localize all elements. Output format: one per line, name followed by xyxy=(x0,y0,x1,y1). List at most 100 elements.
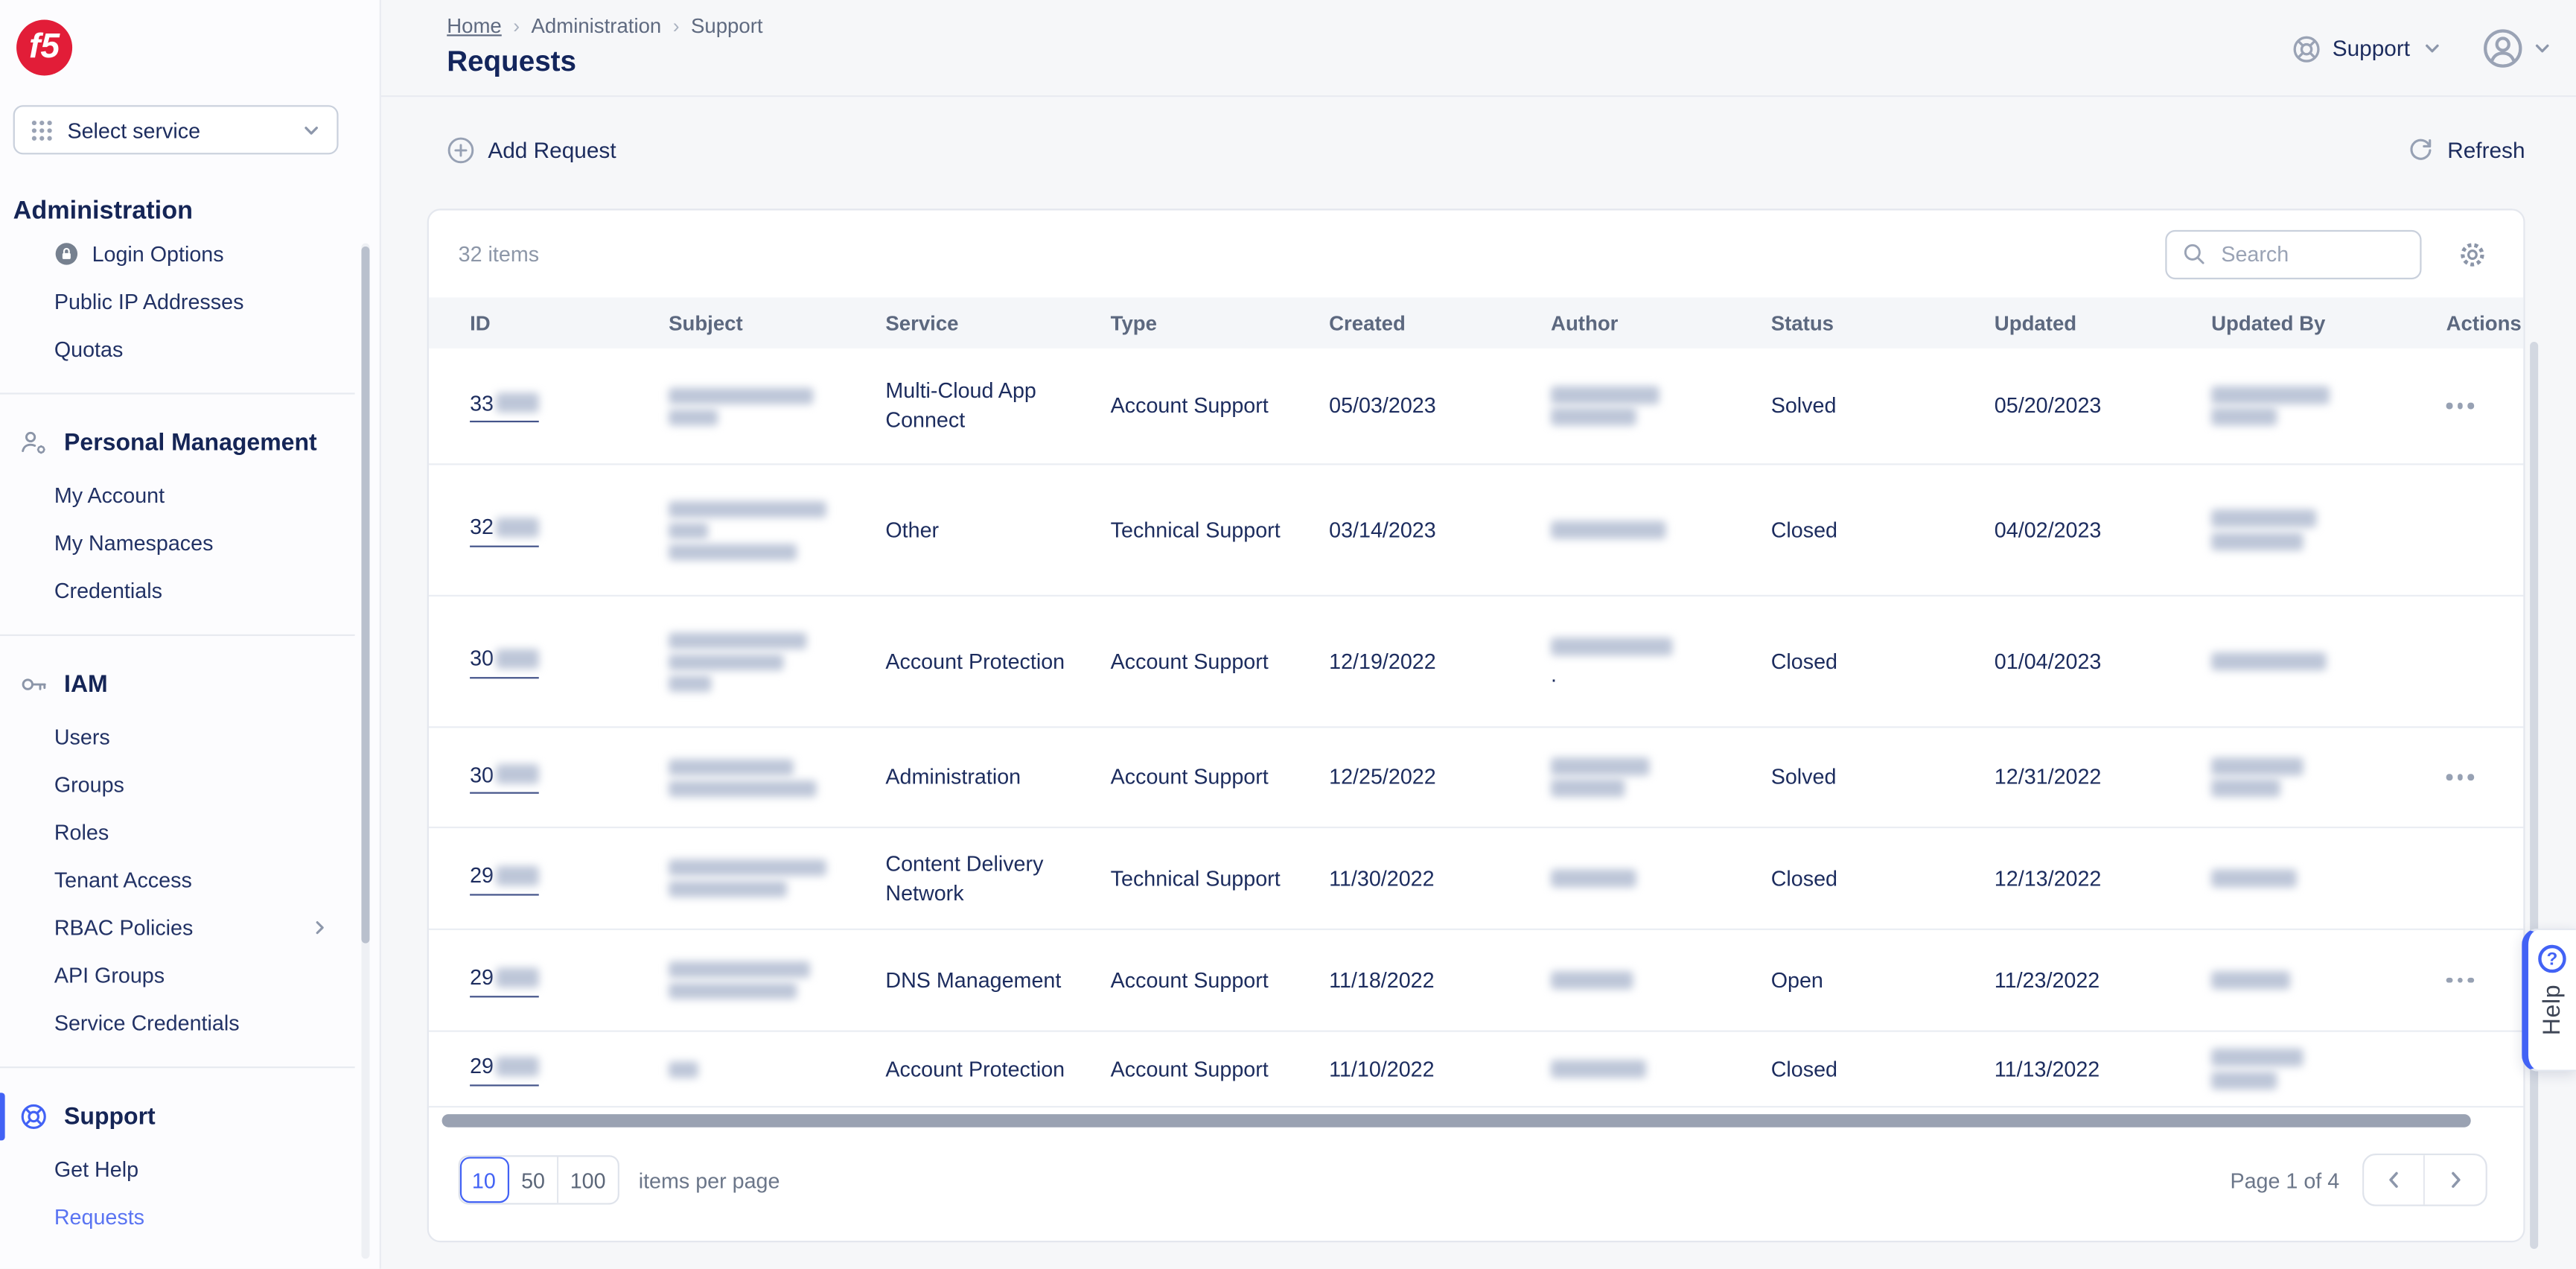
service-selector[interactable]: Select service xyxy=(13,105,339,155)
cell-type: Account Support xyxy=(1110,967,1269,993)
cell-author: . xyxy=(1551,634,1771,689)
sidebar-item-public-ip-addresses[interactable]: Public IP Addresses xyxy=(0,278,355,325)
table-toolbar: 32 items xyxy=(429,210,2523,297)
breadcrumb-separator: › xyxy=(513,14,520,38)
page-info: Page 1 of 4 xyxy=(2230,1167,2340,1192)
cell-service: Account Protection xyxy=(885,1056,1065,1081)
sidebar-item-tenant-access[interactable]: Tenant Access xyxy=(0,856,355,904)
page-scrollbar-thumb[interactable] xyxy=(2530,341,2539,1250)
cell-author xyxy=(1551,1056,1771,1082)
cell-id: 29 xyxy=(470,964,669,997)
cell-status: Closed xyxy=(1770,1056,1838,1081)
refresh-button[interactable]: Refresh xyxy=(2406,136,2525,165)
page-size-10[interactable]: 10 xyxy=(459,1157,510,1203)
request-id-link[interactable]: 30 xyxy=(470,760,540,795)
page-size-100[interactable]: 100 xyxy=(558,1157,618,1203)
cell-id: 29 xyxy=(470,1052,669,1087)
chevron-down-icon xyxy=(2422,38,2443,60)
sidebar-item-requests[interactable]: Requests xyxy=(0,1193,355,1241)
account-menu[interactable] xyxy=(2482,28,2553,69)
sidebar-divider xyxy=(0,634,355,636)
breadcrumb-separator: › xyxy=(672,14,680,38)
cell-subject xyxy=(669,495,885,564)
table-row: 30 Account Protection Account Support 12/1… xyxy=(428,597,2524,728)
request-id-prefix: 33 xyxy=(470,390,494,416)
prev-page-button[interactable] xyxy=(2364,1155,2425,1205)
author-suffix: . xyxy=(1551,661,1558,687)
request-id-prefix: 29 xyxy=(470,1053,494,1079)
support-menu[interactable]: Support xyxy=(2292,34,2443,63)
cell-id: 30 xyxy=(470,760,669,795)
sidebar-item-rbac-policies[interactable]: RBAC Policies xyxy=(0,904,355,952)
sidebar-section-iam[interactable]: IAM xyxy=(0,655,355,713)
sidebar-item-users[interactable]: Users xyxy=(0,713,355,761)
request-id-link[interactable]: 33 xyxy=(470,389,540,423)
add-request-label: Add Request xyxy=(488,138,616,163)
request-id-link[interactable]: 29 xyxy=(470,1052,540,1087)
sidebar-section-personal-management[interactable]: Personal Management xyxy=(0,414,355,471)
help-question-icon: ? xyxy=(2538,944,2566,973)
request-id-link[interactable]: 30 xyxy=(470,644,540,678)
refresh-label: Refresh xyxy=(2447,138,2525,163)
request-id-link[interactable]: 29 xyxy=(470,862,540,896)
horizontal-scrollbar[interactable] xyxy=(441,1114,2501,1128)
page-size-50[interactable]: 50 xyxy=(509,1157,559,1203)
redacted-text xyxy=(669,543,797,560)
redacted-text xyxy=(669,387,814,404)
request-id-prefix: 30 xyxy=(470,646,494,671)
sidebar-item-quotas[interactable]: Quotas xyxy=(0,325,355,373)
cell-id: 29 xyxy=(470,862,669,896)
chevron-down-icon xyxy=(2531,38,2553,60)
horizontal-scrollbar-thumb[interactable] xyxy=(441,1114,2471,1128)
cell-actions xyxy=(2446,977,2529,984)
next-page-button[interactable] xyxy=(2424,1155,2486,1205)
requests-table-card: 32 items ID Subject Service Type Created Auth… xyxy=(427,209,2525,1243)
cell-created: 11/18/2022 xyxy=(1329,967,1435,993)
help-tab[interactable]: ? Help xyxy=(2522,928,2576,1072)
redacted-text xyxy=(669,408,718,425)
request-id-link[interactable]: 29 xyxy=(470,964,540,997)
add-request-button[interactable]: Add Request xyxy=(447,136,616,165)
sidebar-item-my-account[interactable]: My Account xyxy=(0,471,355,519)
cell-updated: 05/20/2023 xyxy=(1994,392,2102,418)
cell-updated-by xyxy=(2211,649,2446,675)
sidebar-item-api-groups[interactable]: API Groups xyxy=(0,952,355,999)
table-row: 30 Administration Account Support 12/25/20… xyxy=(428,728,2524,829)
sidebar-item-label: Users xyxy=(54,725,110,750)
sidebar-scrollbar-thumb[interactable] xyxy=(361,246,370,944)
sidebar-section-support[interactable]: Support xyxy=(0,1088,355,1145)
row-actions-menu[interactable] xyxy=(2446,977,2507,984)
cell-service: Content Delivery Network xyxy=(885,850,1044,905)
cell-type: Technical Support xyxy=(1110,517,1281,542)
redacted-text xyxy=(2211,757,2304,775)
items-per-page-label: items per page xyxy=(638,1167,780,1192)
sidebar-scrollbar[interactable] xyxy=(361,243,370,1259)
redacted-text xyxy=(669,859,826,877)
redacted-text xyxy=(497,518,540,538)
cell-subject xyxy=(669,956,885,1004)
sidebar-item-roles[interactable]: Roles xyxy=(0,809,355,856)
f5-logo[interactable]: f5 xyxy=(16,19,73,76)
table-header-row: ID Subject Service Type Created Author Status U… xyxy=(428,297,2524,349)
cell-updated: 12/13/2022 xyxy=(1994,865,2102,891)
avatar-icon xyxy=(2482,28,2523,69)
sidebar-item-my-namespaces[interactable]: My Namespaces xyxy=(0,519,355,567)
table-settings-button[interactable] xyxy=(2458,239,2487,269)
key-icon xyxy=(19,670,48,699)
sidebar-item-get-help[interactable]: Get Help xyxy=(0,1145,355,1193)
sidebar-item-service-credentials[interactable]: Service Credentials xyxy=(0,999,355,1047)
cell-subject xyxy=(669,627,885,696)
sidebar-item-credentials[interactable]: Credentials xyxy=(0,567,355,614)
row-actions-menu[interactable] xyxy=(2446,774,2507,780)
sidebar-item-groups[interactable]: Groups xyxy=(0,761,355,809)
chevron-right-icon xyxy=(2443,1168,2467,1192)
request-id-link[interactable]: 32 xyxy=(470,513,540,547)
support-menu-label: Support xyxy=(2332,36,2411,61)
row-actions-menu[interactable] xyxy=(2446,403,2507,409)
breadcrumb-home[interactable]: Home xyxy=(447,15,502,38)
cell-author xyxy=(1551,381,1771,430)
sidebar-item-login-options[interactable]: Login Options xyxy=(0,230,355,278)
toolbar: Add Request Refresh xyxy=(381,97,2576,209)
search-input[interactable] xyxy=(2217,240,2406,268)
cell-service: Other xyxy=(885,517,940,542)
